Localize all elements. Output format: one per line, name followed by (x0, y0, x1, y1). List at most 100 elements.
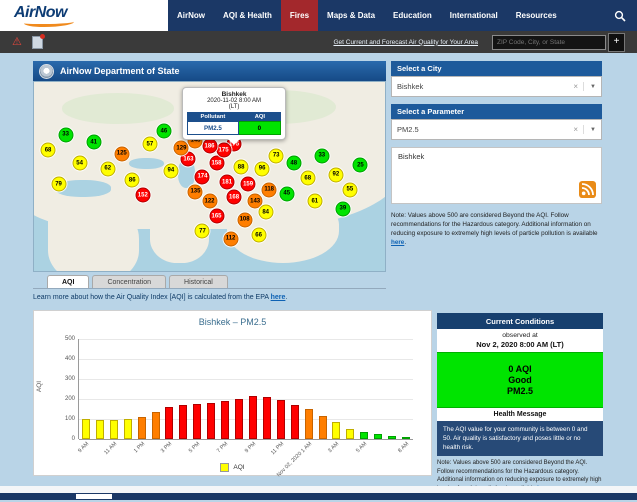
aqi-marker[interactable]: 86 (125, 173, 140, 188)
tab-concentration[interactable]: Concentration (92, 275, 166, 288)
health-message-title: Health Message (437, 408, 603, 421)
aqi-marker[interactable]: 33 (58, 127, 73, 142)
aqi-marker[interactable]: 165 (209, 209, 224, 224)
aqi-marker[interactable]: 46 (156, 124, 171, 139)
aqi-marker[interactable]: 48 (286, 156, 301, 171)
tab-historical[interactable]: Historical (169, 275, 228, 288)
aqi-marker[interactable]: 118 (262, 182, 277, 197)
chart-bar (82, 419, 90, 439)
aqi-marker[interactable]: 54 (72, 156, 87, 171)
nav-resources[interactable]: Resources (507, 0, 566, 31)
parameter-clear-icon[interactable]: × (568, 125, 584, 134)
nav-international[interactable]: International (441, 0, 507, 31)
nav-maps-data[interactable]: Maps & Data (318, 0, 384, 31)
aqi-marker[interactable]: 94 (163, 163, 178, 178)
chart-gridline (79, 339, 413, 340)
sidebar-note-link[interactable]: here (391, 239, 404, 246)
zip-search-button[interactable]: + (608, 33, 625, 52)
chart-bar (235, 399, 243, 439)
nav-fires[interactable]: Fires (281, 0, 318, 31)
rss-panel: Bishkek (391, 147, 602, 204)
aqi-marker[interactable]: 125 (114, 146, 129, 161)
footer-widget (76, 494, 112, 499)
aqi-marker[interactable]: 68 (41, 143, 56, 158)
chart-legend[interactable]: AQI (34, 463, 431, 472)
city-chevron-down-icon[interactable]: ▼ (584, 84, 596, 90)
alert-warning-icon[interactable]: ⚠ (12, 37, 22, 48)
select-city-label: Select a City (397, 64, 442, 73)
popup-table-header: Pollutant AQI (187, 112, 281, 121)
aqi-category: Good (508, 375, 532, 385)
aqi-marker[interactable]: 122 (202, 194, 217, 209)
aqi-marker[interactable]: 181 (220, 175, 235, 190)
chart-bar (193, 404, 201, 439)
parameter-chevron-down-icon[interactable]: ▼ (584, 127, 596, 133)
rss-city-label: Bishkek (392, 148, 601, 165)
aqi-marker[interactable]: 62 (100, 161, 115, 176)
aqi-marker[interactable]: 174 (195, 169, 210, 184)
city-dropdown-value: Bishkek (397, 82, 568, 91)
aqi-marker[interactable]: 33 (314, 148, 329, 163)
aqi-marker[interactable]: 41 (86, 135, 101, 150)
map-sea (129, 158, 164, 169)
zip-search-input[interactable] (492, 35, 606, 50)
city-clear-icon[interactable]: × (568, 82, 584, 91)
dos-panel-header: AirNow Department of State (33, 61, 386, 81)
aqi-map[interactable]: Bishkek 2020-11-02 8:00 AM (LT) Pollutan… (33, 81, 386, 272)
aqi-marker[interactable]: 186 (202, 139, 217, 154)
aqi-marker[interactable]: 79 (51, 177, 66, 192)
forecast-link[interactable]: Get Current and Forecast Air Quality for… (333, 39, 478, 46)
aqi-marker[interactable]: 73 (269, 148, 284, 163)
aqi-marker[interactable]: 159 (241, 177, 256, 192)
nav-aqi-health[interactable]: AQI & Health (214, 0, 281, 31)
aqi-marker[interactable]: 96 (255, 161, 270, 176)
parameter-dropdown[interactable]: PM2.5 × ▼ (391, 119, 602, 140)
chart-bar (138, 417, 146, 439)
aqi-marker[interactable]: 61 (307, 194, 322, 209)
aqi-marker[interactable]: 45 (279, 186, 294, 201)
aqi-marker[interactable]: 108 (237, 212, 252, 227)
rss-icon[interactable] (579, 181, 596, 198)
chart-plot[interactable]: 01002003004005009 AM11 AM1 PM3 PM5 PM7 P… (78, 339, 413, 439)
aqi-marker[interactable]: 55 (342, 182, 357, 197)
aqi-marker[interactable]: 129 (174, 141, 189, 156)
aqi-marker[interactable]: 25 (353, 158, 368, 173)
y-axis-tick: 500 (55, 336, 75, 342)
chart-bar (360, 432, 368, 439)
chart-bar (332, 422, 340, 439)
popup-aqi-value: 0 (239, 121, 281, 135)
notification-flag-icon[interactable] (32, 36, 43, 49)
nav-airnow[interactable]: AirNow (168, 0, 214, 31)
aqi-marker[interactable]: 84 (258, 205, 273, 220)
chart-bar (110, 420, 118, 439)
chart-bar (96, 420, 104, 439)
aqi-marker[interactable]: 88 (234, 160, 249, 175)
airnow-logo[interactable]: AirNow (14, 4, 74, 27)
aqi-marker[interactable]: 158 (209, 156, 224, 171)
tab-aqi[interactable]: AQI (47, 275, 89, 288)
city-dropdown[interactable]: Bishkek × ▼ (391, 76, 602, 97)
aqi-marker[interactable]: 92 (328, 167, 343, 182)
aqi-marker[interactable]: 168 (227, 190, 242, 205)
aqi-marker[interactable]: 66 (251, 228, 266, 243)
learn-more-text: Learn more about how the Air Quality Ind… (33, 294, 403, 301)
aqi-marker[interactable]: 39 (335, 201, 350, 216)
current-conditions-title: Current Conditions (437, 313, 603, 329)
chart-y-axis-label: AQI (36, 381, 43, 392)
learn-more-link[interactable]: here (271, 294, 286, 301)
select-parameter-header: Select a Parameter (391, 104, 602, 119)
dos-seal-icon (39, 64, 54, 79)
select-parameter-label: Select a Parameter (397, 107, 464, 116)
aqi-marker[interactable]: 57 (142, 137, 157, 152)
aqi-marker[interactable]: 135 (188, 184, 203, 199)
current-conditions-panel: Current Conditions observed at Nov 2, 20… (437, 313, 603, 493)
search-icon[interactable] (603, 0, 637, 31)
chart-bar (124, 419, 132, 439)
aqi-marker[interactable]: 152 (135, 188, 150, 203)
aqi-marker[interactable]: 77 (195, 224, 210, 239)
chart-bar (319, 416, 327, 439)
aqi-marker[interactable]: 112 (223, 231, 238, 246)
nav-education[interactable]: Education (384, 0, 441, 31)
aqi-marker[interactable]: 68 (300, 171, 315, 186)
popup-pollutant-value[interactable]: PM2.5 (187, 121, 239, 135)
